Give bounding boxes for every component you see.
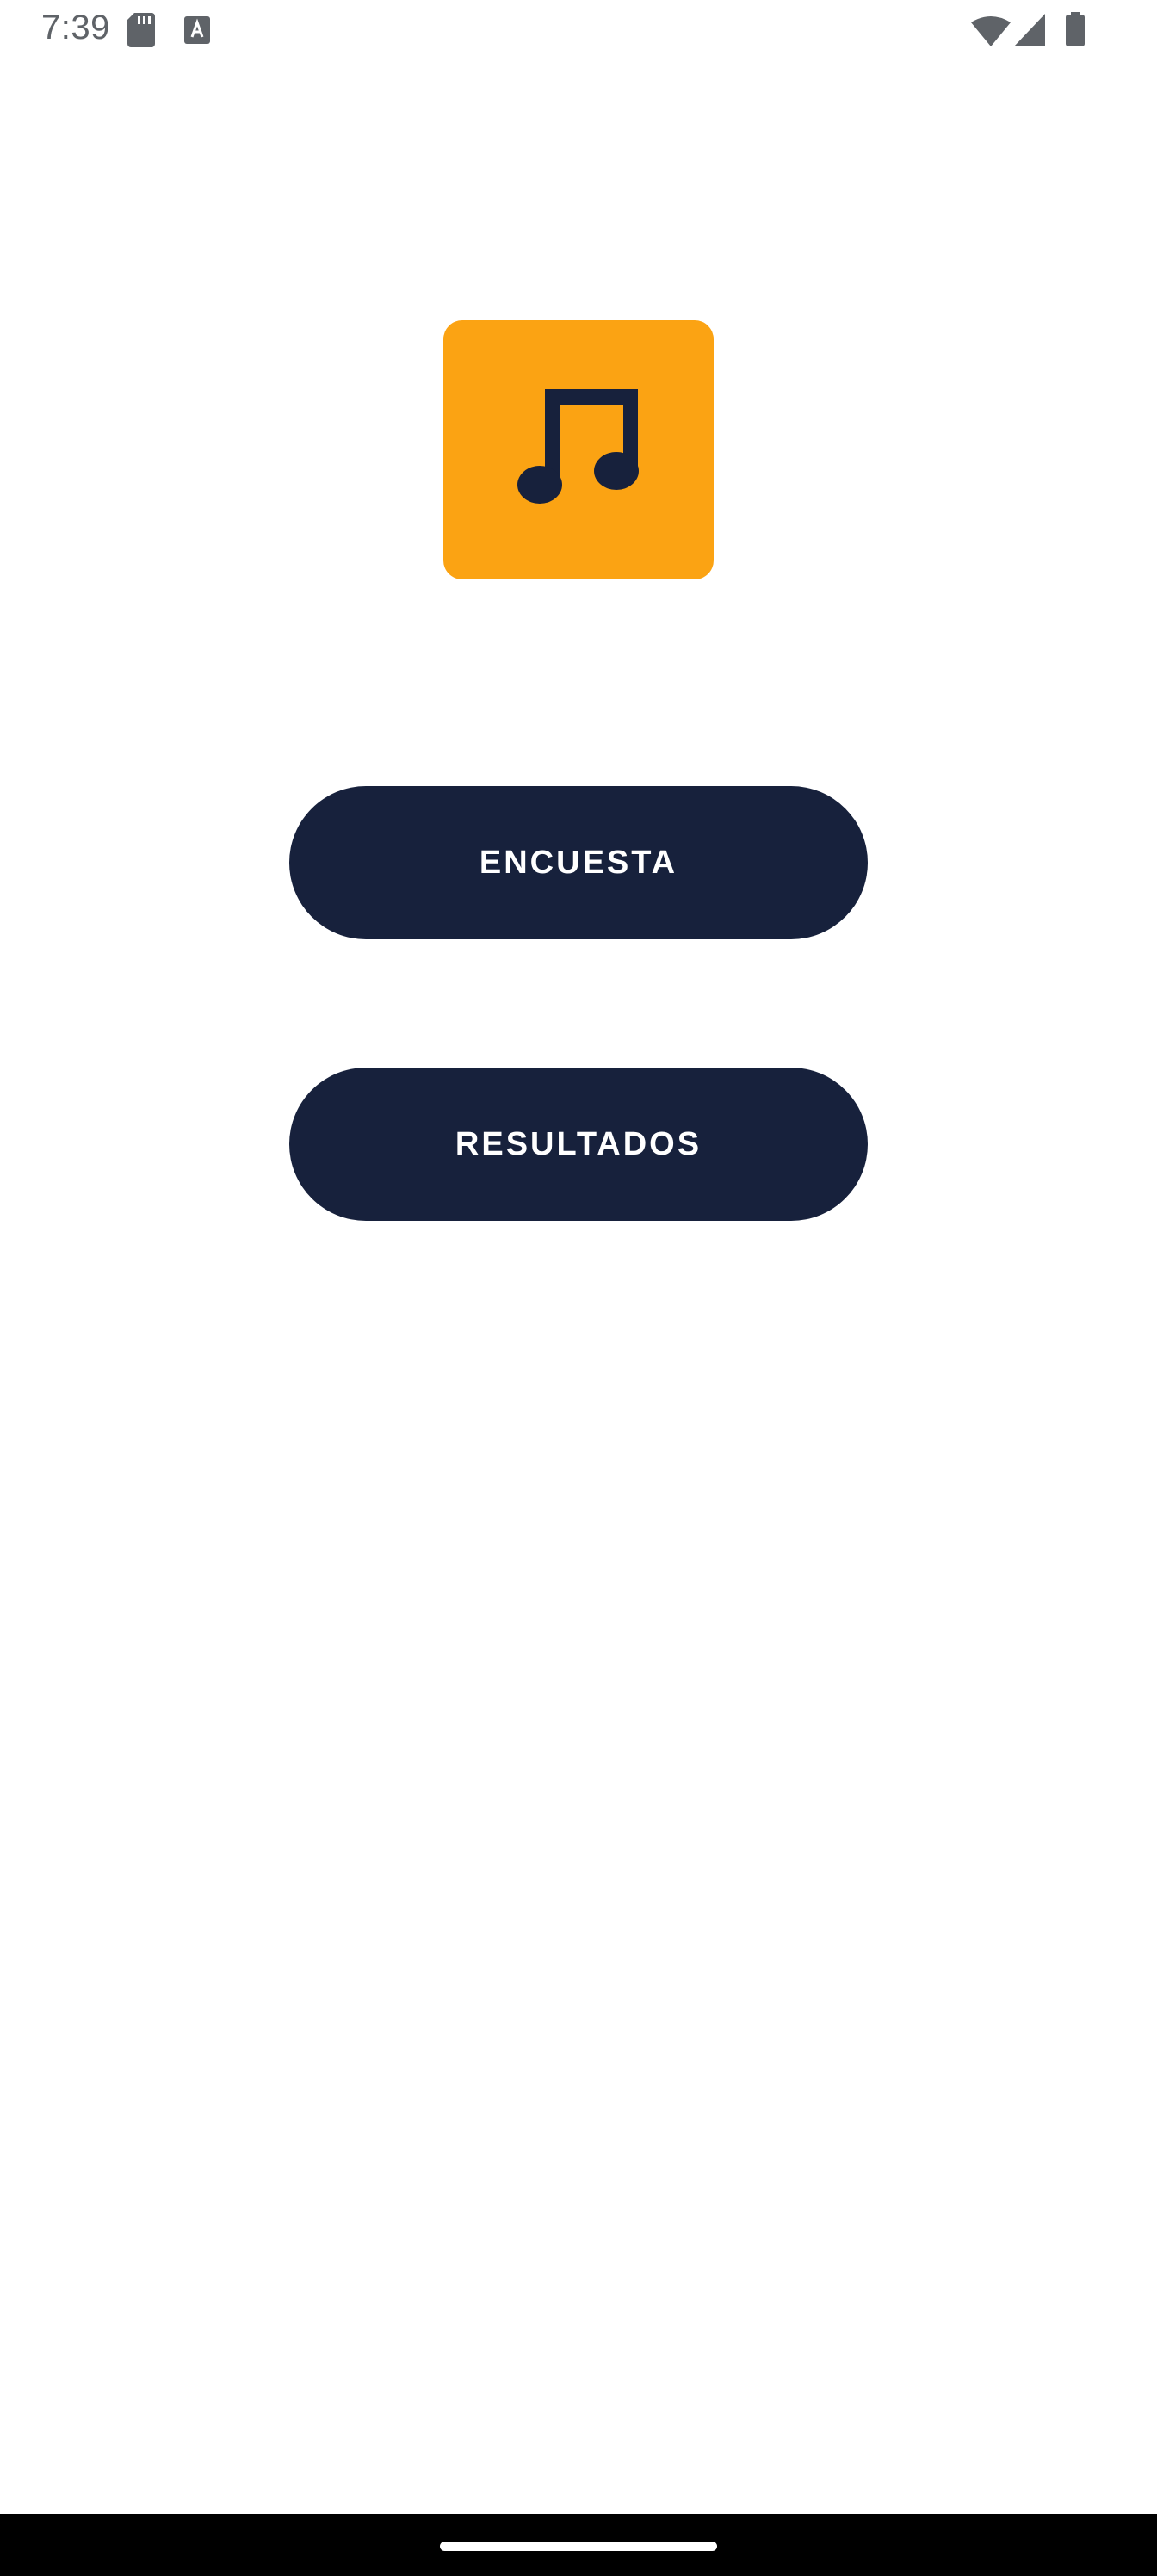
main-screen: 7:39 ENCUESTA RESULTADOS: [0, 0, 1157, 2576]
battery-icon: [1066, 12, 1085, 51]
encuesta-button[interactable]: ENCUESTA: [289, 786, 868, 939]
keyboard-a-icon: [184, 16, 210, 48]
app-logo: [443, 320, 714, 579]
status-bar: 7:39: [0, 0, 1157, 62]
cellular-signal-icon: [1014, 14, 1045, 51]
home-gesture-handle[interactable]: [440, 2542, 717, 2551]
navigation-bar: [0, 2514, 1157, 2576]
status-time: 7:39: [41, 9, 110, 46]
resultados-button[interactable]: RESULTADOS: [289, 1068, 868, 1221]
music-note-icon: [517, 389, 639, 504]
wifi-icon: [971, 15, 1011, 51]
sd-card-icon: [127, 13, 155, 52]
